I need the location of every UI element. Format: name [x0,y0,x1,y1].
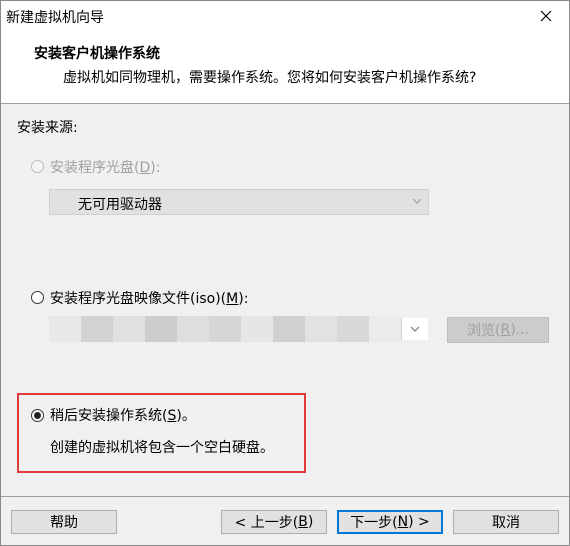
disc-drive-value: 无可用驱动器 [78,197,162,213]
chevron-down-icon [410,326,420,332]
disc-option-label: 安装程序光盘(D): [50,160,161,176]
wizard-window: 新建虚拟机向导 安装客户机操作系统 虚拟机如同物理机，需要操作系统。您将如何安装… [0,0,570,546]
window-title: 新建虚拟机向导 [6,10,104,26]
next-button[interactable]: 下一步(N) > [337,510,443,534]
iso-radio[interactable] [31,291,44,304]
iso-path-combo[interactable] [49,316,429,342]
chevron-down-icon [412,198,422,204]
install-source-label: 安装来源: [17,120,78,136]
browse-button[interactable]: 浏览(R)... [447,317,549,343]
header-subtitle: 虚拟机如同物理机，需要操作系统。您将如何安装客户机操作系统? [63,70,477,86]
close-icon [540,10,552,22]
close-button[interactable] [523,1,569,31]
iso-option-label: 安装程序光盘映像文件(iso)(M): [50,291,249,307]
help-button[interactable]: 帮助 [11,510,117,534]
header-title: 安装客户机操作系统 [34,46,160,62]
cancel-button[interactable]: 取消 [453,510,559,534]
wizard-header: 安装客户机操作系统 虚拟机如同物理机，需要操作系统。您将如何安装客户机操作系统? [1,31,569,103]
back-button[interactable]: < 上一步(B) [221,510,327,534]
highlight-box [17,393,306,473]
disc-drive-select[interactable]: 无可用驱动器 [49,189,429,215]
iso-combo-dropdown[interactable] [401,318,428,340]
iso-path-value-redacted [49,316,401,342]
wizard-footer: 帮助 < 上一步(B) 下一步(N) > 取消 [1,497,569,545]
disc-radio[interactable] [31,160,44,173]
title-bar: 新建虚拟机向导 [1,1,569,31]
